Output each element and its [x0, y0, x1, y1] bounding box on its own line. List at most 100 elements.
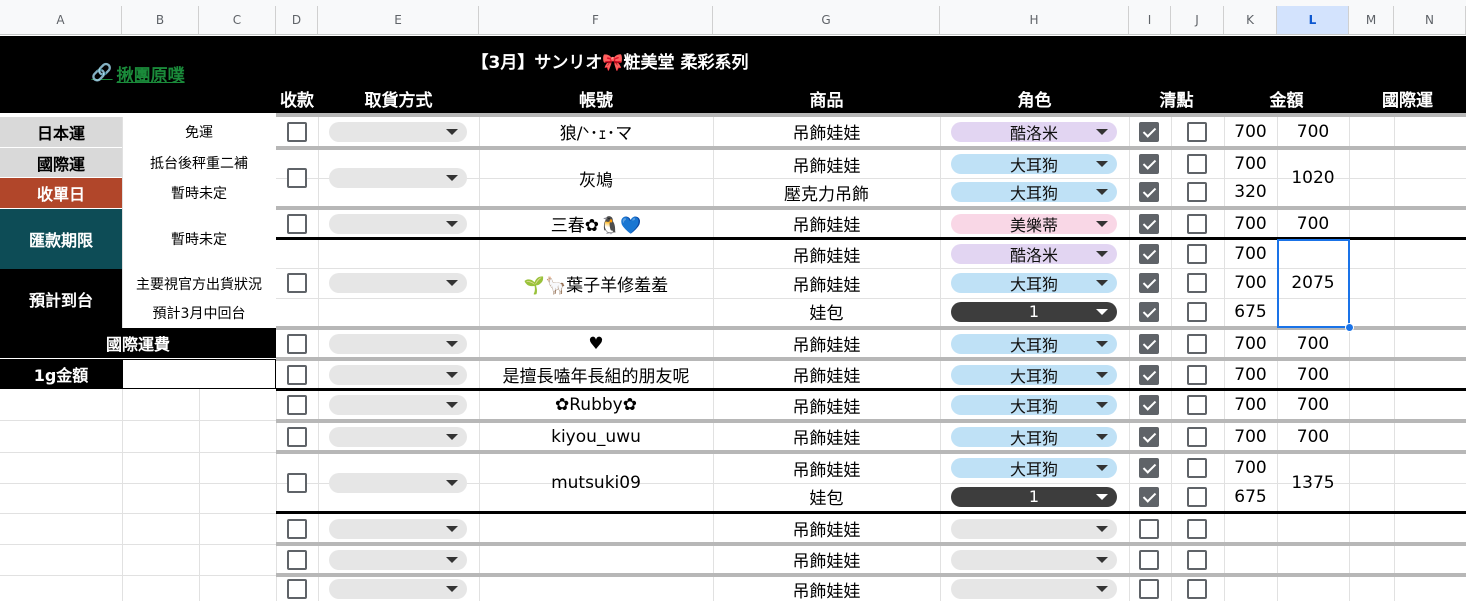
- check-done-checkbox[interactable]: [1139, 333, 1159, 354]
- check-done-checkbox[interactable]: [1139, 182, 1159, 202]
- check-extra-checkbox[interactable]: [1187, 333, 1207, 354]
- check-done-checkbox[interactable]: [1139, 154, 1159, 174]
- column-header-f[interactable]: F: [479, 6, 713, 34]
- check-extra-checkbox[interactable]: [1187, 301, 1207, 322]
- payment-checkbox[interactable]: [287, 273, 307, 293]
- character-dropdown[interactable]: 大耳狗: [951, 333, 1117, 355]
- check-done-checkbox[interactable]: [1139, 395, 1159, 415]
- check-extra-checkbox[interactable]: [1187, 395, 1207, 415]
- check-extra-checkbox[interactable]: [1187, 273, 1207, 293]
- pickup-dropdown[interactable]: [329, 579, 467, 599]
- check-extra-checkbox[interactable]: [1187, 518, 1207, 539]
- pickup-dropdown[interactable]: [329, 213, 467, 234]
- column-header-j[interactable]: J: [1171, 6, 1224, 34]
- payment-checkbox[interactable]: [287, 121, 307, 142]
- pickup-dropdown[interactable]: [329, 426, 467, 447]
- total-amount: 700: [1296, 426, 1330, 447]
- total-amount: 700: [1296, 364, 1330, 385]
- check-done-checkbox[interactable]: [1139, 273, 1159, 293]
- column-header-g[interactable]: G: [713, 6, 940, 34]
- column-header-a[interactable]: A: [0, 6, 122, 34]
- character-dropdown[interactable]: 大耳狗: [951, 182, 1117, 203]
- character-dropdown[interactable]: 酷洛米: [951, 244, 1117, 265]
- payment-checkbox[interactable]: [287, 426, 307, 447]
- check-done-checkbox[interactable]: [1139, 121, 1159, 142]
- pickup-dropdown[interactable]: [329, 549, 467, 570]
- check-extra-checkbox[interactable]: [1187, 486, 1207, 507]
- payment-checkbox[interactable]: [287, 395, 307, 415]
- character-dropdown[interactable]: 大耳狗: [951, 395, 1117, 416]
- pickup-dropdown[interactable]: [329, 364, 467, 385]
- pickup-dropdown[interactable]: [329, 273, 467, 293]
- check-extra-checkbox[interactable]: [1187, 154, 1207, 174]
- column-header-c[interactable]: C: [199, 6, 276, 34]
- pickup-dropdown[interactable]: [329, 472, 467, 493]
- character-dropdown[interactable]: 1: [951, 486, 1117, 507]
- check-extra-checkbox[interactable]: [1187, 579, 1207, 599]
- payment-checkbox[interactable]: [287, 579, 307, 599]
- gram-price-value[interactable]: [122, 359, 276, 389]
- column-header-m[interactable]: M: [1349, 6, 1394, 34]
- check-done-checkbox[interactable]: [1139, 213, 1159, 234]
- pickup-dropdown[interactable]: [329, 333, 467, 354]
- character-dropdown[interactable]: [951, 579, 1117, 599]
- column-header-i[interactable]: I: [1129, 6, 1171, 34]
- check-done-checkbox[interactable]: [1139, 244, 1159, 265]
- row-separator: [276, 206, 1466, 210]
- check-extra-checkbox[interactable]: [1187, 458, 1207, 479]
- check-extra-checkbox[interactable]: [1187, 549, 1207, 570]
- column-header-d[interactable]: D: [276, 6, 318, 34]
- check-done-checkbox[interactable]: [1139, 426, 1159, 447]
- group-link[interactable]: 🔗 揪團原噗: [0, 58, 276, 88]
- check-extra-checkbox[interactable]: [1187, 121, 1207, 142]
- check-extra-checkbox[interactable]: [1187, 182, 1207, 202]
- check-extra-checkbox[interactable]: [1187, 426, 1207, 447]
- fill-handle[interactable]: [1345, 323, 1354, 332]
- arrival-value-2: 預計3月中回台: [152, 306, 246, 322]
- check-done-checkbox[interactable]: [1139, 579, 1159, 599]
- payment-checkbox[interactable]: [287, 472, 307, 493]
- pickup-dropdown[interactable]: [329, 168, 467, 188]
- dropdown-arrow-icon: [446, 220, 458, 227]
- column-header-b[interactable]: B: [122, 6, 199, 34]
- item-price: 700: [1234, 364, 1267, 385]
- column-header-e[interactable]: E: [318, 6, 479, 34]
- check-done-checkbox[interactable]: [1139, 301, 1159, 322]
- group-link-text[interactable]: 揪團原噗: [117, 61, 185, 86]
- pickup-dropdown[interactable]: [329, 518, 467, 539]
- check-done-checkbox[interactable]: [1139, 458, 1159, 479]
- payment-checkbox[interactable]: [287, 518, 307, 539]
- payment-checkbox[interactable]: [287, 549, 307, 570]
- check-done-checkbox[interactable]: [1139, 364, 1159, 385]
- check-done-checkbox[interactable]: [1139, 486, 1159, 507]
- payment-checkbox[interactable]: [287, 213, 307, 234]
- character-dropdown[interactable]: 1: [951, 301, 1117, 322]
- check-extra-checkbox[interactable]: [1187, 213, 1207, 234]
- character-dropdown[interactable]: 大耳狗: [951, 154, 1117, 175]
- pickup-dropdown[interactable]: [329, 121, 467, 142]
- pickup-dropdown[interactable]: [329, 395, 467, 415]
- character-dropdown[interactable]: [951, 549, 1117, 570]
- character-dropdown[interactable]: 大耳狗: [951, 426, 1117, 448]
- column-header-l[interactable]: L: [1277, 6, 1349, 34]
- character-dropdown[interactable]: [951, 518, 1117, 539]
- column-header-h[interactable]: H: [940, 6, 1129, 34]
- check-done-checkbox[interactable]: [1139, 549, 1159, 570]
- character-dropdown[interactable]: 大耳狗: [951, 273, 1117, 294]
- payment-checkbox[interactable]: [287, 364, 307, 385]
- dropdown-arrow-icon: [446, 371, 458, 378]
- product-name: 吊飾娃娃: [792, 156, 861, 177]
- character-dropdown[interactable]: 大耳狗: [951, 364, 1117, 386]
- check-extra-checkbox[interactable]: [1187, 364, 1207, 385]
- payment-checkbox[interactable]: [287, 333, 307, 354]
- character-dropdown[interactable]: 酷洛米: [951, 121, 1117, 143]
- payment-checkbox[interactable]: [287, 168, 307, 188]
- check-extra-checkbox[interactable]: [1187, 244, 1207, 265]
- character-dropdown[interactable]: 美樂蒂: [951, 213, 1117, 235]
- product-name: 吊飾娃娃: [792, 460, 861, 481]
- character-dropdown[interactable]: 大耳狗: [951, 458, 1117, 479]
- check-done-checkbox[interactable]: [1139, 518, 1159, 539]
- column-header-k[interactable]: K: [1224, 6, 1277, 34]
- row-separator: [276, 419, 1466, 423]
- column-header-n[interactable]: N: [1394, 6, 1466, 34]
